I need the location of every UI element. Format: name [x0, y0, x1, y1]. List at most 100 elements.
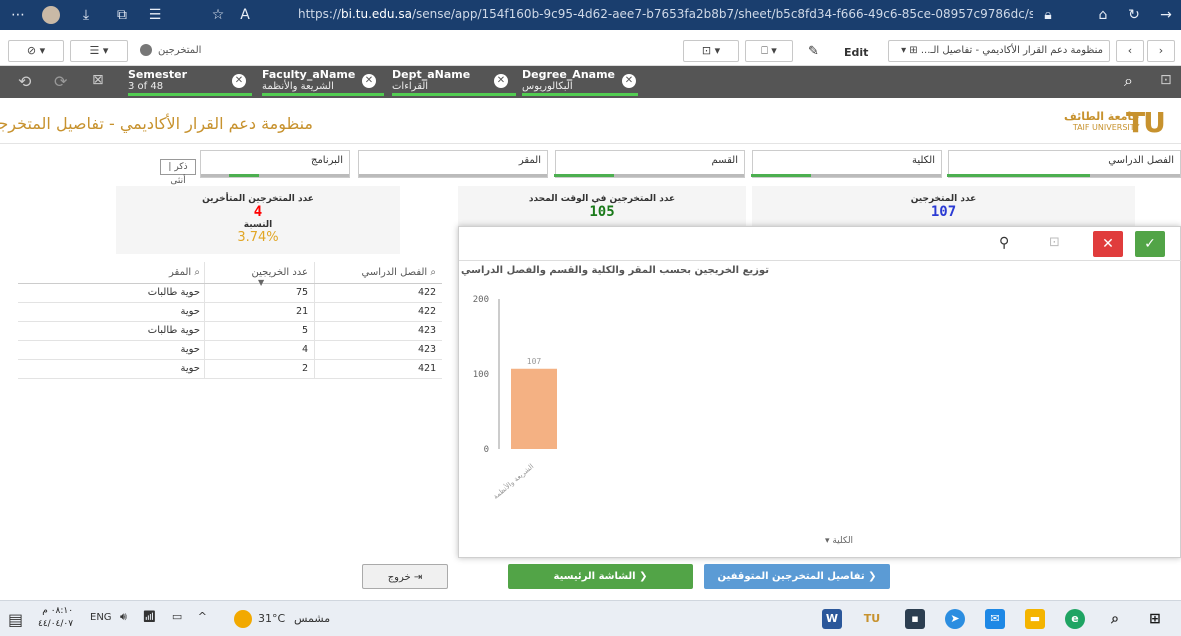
lock-icon[interactable]: 🔒︎ [1038, 5, 1058, 25]
selection-degree[interactable]: Degree_Aname البكالوريوس ✕ [522, 68, 638, 96]
tabs-icon[interactable]: ⧉ [112, 5, 132, 25]
present-button[interactable]: ⊡ ▾ [683, 40, 739, 62]
kpi-value: 107 [930, 204, 957, 220]
filter-semester[interactable]: الفصل الدراسي [947, 150, 1181, 178]
table-row[interactable]: حوية 4 423 [18, 341, 442, 360]
selection-value: البكالوريوس [522, 81, 573, 92]
col-campus[interactable]: المقر ⌕ [18, 267, 202, 278]
clear-selection-icon[interactable]: ⊡ [1049, 235, 1060, 250]
global-menu-button[interactable]: ☰ ▾ [70, 40, 128, 62]
kpi-pct-label: النسبة [243, 220, 273, 230]
x-axis-label: ▾ الكلية [825, 536, 853, 546]
y-tick-label: 0 [484, 445, 489, 455]
search-icon[interactable]: ⌕ [1105, 609, 1125, 629]
bar[interactable] [511, 368, 557, 449]
graduates-table: المقر ⌕ عدد الخريجين الفصل الدراسي ⌕ ▼ ح… [18, 262, 442, 379]
language-indicator[interactable]: ENG [90, 612, 112, 623]
clear-selection-icon[interactable]: ✕ [494, 74, 508, 88]
col-semester[interactable]: الفصل الدراسي ⌕ [314, 262, 442, 283]
table-row[interactable]: حوية طالبات 75 422 [18, 284, 442, 303]
filter-campus[interactable]: المقر [358, 150, 548, 178]
url-path: /sense/app/154f160b-9c95-4d62-aee7-b7653… [411, 7, 1033, 21]
kpi-value: 4 [253, 204, 263, 220]
more-icon[interactable]: ⋯ [8, 5, 28, 25]
bookmark-button[interactable]: ⎕ ▾ [745, 40, 793, 62]
sheet-name: المتخرجين [158, 44, 202, 56]
selection-faculty[interactable]: Faculty_aName الشريعة والأنظمة ✕ [262, 68, 384, 96]
filter-label: الكلية [911, 155, 935, 166]
gender-toggle[interactable]: ذكر | أنثى [160, 159, 196, 186]
favorite-icon[interactable]: ☆ [208, 5, 228, 25]
filter-label: القسم [711, 155, 738, 166]
app-icon[interactable]: ▪ [905, 609, 925, 629]
selection-department[interactable]: Dept_aName القراءات ✕ [392, 68, 516, 96]
sheet-selector[interactable]: المتخرجين [140, 44, 201, 56]
edit-button[interactable]: Edit [844, 46, 868, 59]
filter-department[interactable]: القسم [554, 150, 745, 178]
telegram-icon[interactable]: ➤ [945, 609, 965, 629]
refresh-icon[interactable]: ↻ [1124, 5, 1144, 25]
filter-program[interactable]: البرنامج [200, 150, 350, 178]
home-icon[interactable]: ⌂ [1093, 5, 1113, 25]
system-tray-icons[interactable]: 🔊︎ 📶︎ ▭ ^ [120, 610, 213, 624]
search-icon[interactable]: ⌕ [1124, 71, 1133, 91]
notifications-icon[interactable]: ▤ [8, 610, 23, 629]
weather-temp[interactable]: 31°C [258, 612, 285, 625]
selections-bar: ⟲ ⟳ ⊠ Semester 3 of 48 ✕ Faculty_aName ا… [0, 66, 1181, 98]
clear-selection-icon[interactable]: ✕ [622, 74, 636, 88]
filter-faculty[interactable]: الكلية [751, 150, 942, 178]
reading-list-icon[interactable]: ☰ [145, 5, 165, 25]
search-icon[interactable]: ⌕ [430, 267, 436, 278]
exit-button[interactable]: خروج ⇥ [362, 564, 448, 589]
table-row[interactable]: حوية طالبات 5 423 [18, 322, 442, 341]
confirm-selection-button[interactable]: ✓ [1135, 231, 1165, 257]
table-row[interactable]: حوية 21 422 [18, 303, 442, 322]
app-title: منظومة دعم القرار الأكاديمي - تفاصيل الـ… [920, 45, 1103, 56]
clear-all-icon[interactable]: ⊠ [92, 72, 104, 88]
kpi-label: عدد المتخرجين في الوقت المحدد [528, 194, 676, 204]
y-tick-label: 100 [473, 370, 489, 380]
windows-start-icon[interactable]: ⊞ [1145, 609, 1165, 629]
cell-semester: 421 [314, 360, 442, 378]
address-bar[interactable]: https://bi.tu.edu.sa/sense/app/154f160b-… [298, 7, 1033, 21]
downloads-icon[interactable]: ⤓ [76, 5, 96, 25]
tu-app-icon[interactable]: TU [862, 609, 882, 629]
filter-label: الفصل الدراسي [1108, 155, 1174, 166]
smart-search-icon[interactable]: ⊡ [1160, 72, 1172, 88]
filter-label: البرنامج [310, 155, 343, 166]
profile-avatar[interactable] [42, 6, 60, 24]
app-title-button[interactable]: منظومة دعم القرار الأكاديمي - تفاصيل الـ… [888, 40, 1110, 62]
clear-selection-icon[interactable]: ✕ [362, 74, 376, 88]
selections-back-icon[interactable]: ⟲ [18, 72, 31, 91]
search-icon[interactable]: ⌕ [194, 267, 200, 278]
navigation-menu-button[interactable]: ⊘ ▾ [8, 40, 64, 62]
file-explorer-icon[interactable]: ▬ [1025, 609, 1045, 629]
data-label: 107 [527, 357, 542, 366]
bar-chart[interactable]: 0 100 200 107 الشريعة والأنظمة ▾ الكلية [459, 281, 1181, 557]
clear-selection-icon[interactable]: ✕ [232, 74, 246, 88]
forward-icon[interactable]: → [1156, 5, 1176, 25]
home-button[interactable]: الشاشة الرئيسية ❯ [508, 564, 693, 589]
cell-count: 75 [204, 284, 314, 302]
cell-campus: حوية طالبات [147, 287, 200, 298]
edit-pencil-icon[interactable]: ✎ [808, 44, 819, 59]
next-sheet-button[interactable]: › [1147, 40, 1175, 62]
table-row[interactable]: حوية 2 421 [18, 360, 442, 379]
edge-icon[interactable]: e [1065, 609, 1085, 629]
weather-text[interactable]: مشمس [294, 612, 330, 625]
mail-icon[interactable]: ✉ [985, 609, 1005, 629]
late-details-button[interactable]: تفاصيل المتخرجين المتوقفين ❯ [704, 564, 890, 589]
selections-forward-icon[interactable]: ⟳ [54, 72, 67, 91]
table-body: حوية طالبات 75 422 حوية 21 422 حوية طالبات 5 423… [18, 284, 442, 379]
word-icon[interactable]: W [822, 609, 842, 629]
clock[interactable]: ٠٨:١٠ م ٤٤/٠٤/٠٧ [38, 605, 73, 631]
read-aloud-icon[interactable]: A [235, 5, 255, 25]
browser-toolbar: ⋯ ⤓ ⧉ ☰ ☆ A https://bi.tu.edu.sa/sense/a… [0, 0, 1181, 30]
cancel-selection-button[interactable]: ✕ [1093, 231, 1123, 257]
cell-campus: حوية [180, 306, 201, 317]
sheet-icon [140, 44, 152, 56]
selection-semester[interactable]: Semester 3 of 48 ✕ [128, 68, 252, 96]
prev-sheet-button[interactable]: ‹ [1116, 40, 1144, 62]
lasso-icon[interactable]: ⚲ [999, 235, 1009, 251]
clock-time: ٠٨:١٠ م [42, 606, 74, 616]
